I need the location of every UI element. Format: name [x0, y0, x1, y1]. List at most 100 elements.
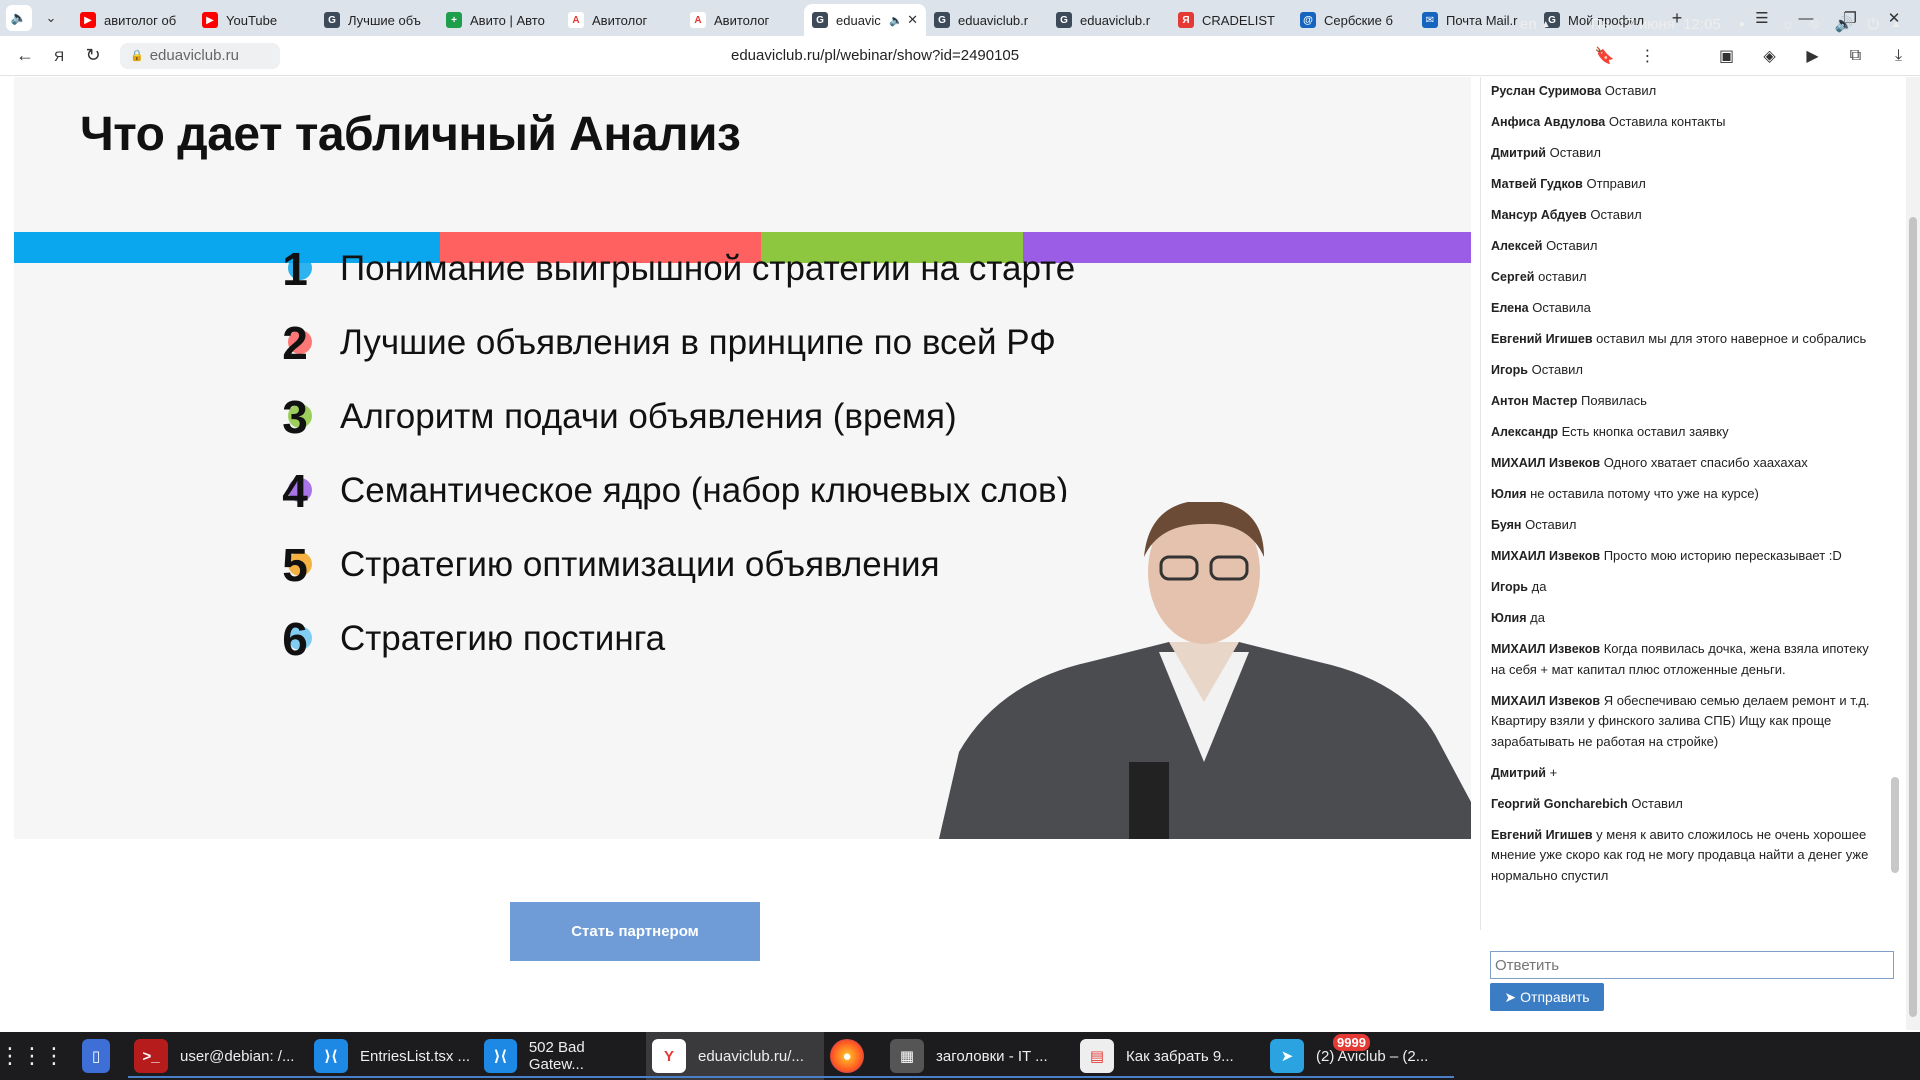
page-scrollbar[interactable]	[1906, 77, 1920, 1030]
chat-message: Руслан Суримова Оставил	[1491, 81, 1881, 102]
bookmark-icon[interactable]: 🔖	[1583, 46, 1626, 66]
point-number-text: 2	[282, 317, 308, 369]
taskbar-app[interactable]: ▤ Как забрать 9...	[1074, 1032, 1264, 1080]
collections-icon[interactable]: ⧉	[1834, 47, 1877, 65]
taskbar-app[interactable]: ▦ заголовки - IT ...	[884, 1032, 1074, 1080]
language-indicator[interactable]: en	[1520, 16, 1537, 33]
speaker-icon[interactable]: 🔈	[6, 5, 32, 31]
chat-text: Оставил	[1531, 362, 1584, 377]
point-number: 5	[272, 538, 318, 592]
extension-icon[interactable]: ▣	[1705, 46, 1748, 66]
chat-text: Оставила	[1532, 300, 1591, 315]
tab-favicon-icon: ▶	[80, 12, 96, 28]
tab-favicon-icon: G	[934, 12, 950, 28]
reload-icon[interactable]: ↻	[76, 41, 110, 71]
chat-text: оставил	[1538, 269, 1587, 284]
tab-audio-icon[interactable]: 🔈	[889, 14, 903, 27]
browser-tab[interactable]: @ Сербские б	[1292, 4, 1414, 36]
chat-scrollbar[interactable]	[1891, 77, 1899, 930]
browser-tab[interactable]: ▶ YouTube	[194, 4, 316, 36]
chat-scroll-thumb[interactable]	[1891, 777, 1899, 873]
send-button[interactable]: ➤ Отправить	[1490, 983, 1604, 1011]
become-partner-button[interactable]: Стать партнером	[510, 902, 760, 961]
chat-author: МИХАИЛ Извеков	[1491, 456, 1601, 470]
taskbar-app[interactable]: ⟩⟨ 502 Bad Gatew...	[478, 1032, 646, 1080]
taskbar-app-label: 502 Bad Gatew...	[528, 1039, 585, 1073]
domain-pill[interactable]: 🔒 eduaviclub.ru	[120, 42, 280, 69]
chat-message: Мансур Абдуев Оставил	[1491, 205, 1881, 226]
browser-tab[interactable]: Geduaviclub.r	[1048, 4, 1170, 36]
webinar-video[interactable]: Что дает табличный Анализ 1 Понимание выи…	[14, 77, 1471, 839]
tab-favicon-icon: G	[812, 12, 828, 28]
point-number-text: 6	[282, 613, 308, 665]
files-icon[interactable]: ▯	[64, 1032, 128, 1080]
taskbar-app-label: EntriesList.tsx ...	[360, 1047, 471, 1065]
taskbar-app[interactable]: >_ user@debian: /...	[128, 1032, 308, 1080]
chat-author: Игорь	[1491, 363, 1528, 377]
brightness-icon[interactable]: ☼	[1781, 16, 1795, 33]
chat-text: Оставил	[1631, 795, 1683, 811]
domain-text: eduaviclub.ru	[149, 47, 239, 64]
chat-author: Матвей Гудков	[1491, 177, 1583, 191]
apps-grid-icon[interactable]: ⋮⋮⋮	[0, 1032, 65, 1080]
chat-author: Антон Мастер	[1491, 394, 1578, 408]
tab-favicon-icon: A	[568, 12, 584, 28]
chat-author: Анфиса Авдулова	[1491, 115, 1606, 129]
browser-tab[interactable]: A Авитолог	[682, 4, 804, 36]
more-icon[interactable]: ⋮	[1626, 46, 1669, 66]
yandex-icon[interactable]: Я	[42, 41, 76, 71]
chat-author: Мансур Абдуев	[1491, 208, 1587, 222]
taskbar-app-label: заголовки - IT ...	[936, 1047, 1048, 1065]
chat-message: Игорь Оставил	[1491, 360, 1881, 381]
download-icon[interactable]: ⤓	[1877, 47, 1920, 65]
browser-tab[interactable]: ▶ авитолог об	[72, 4, 194, 36]
telegram-badge: 9999	[1333, 1034, 1370, 1051]
chat-author: Буян	[1491, 518, 1522, 532]
browser-tab[interactable]: + Авито | Авто	[438, 4, 560, 36]
system-tray: en ▲ Пн, 17 июня 12:05 ● ☼ ⛗ 🔊 ⏻ ▲	[1520, 0, 1901, 48]
network-icon[interactable]: ⛗	[1809, 16, 1821, 33]
tab-title: CRADELIST	[1202, 12, 1275, 28]
chat-author: МИХАИЛ Извеков	[1491, 693, 1601, 708]
taskbar-app[interactable]: ●	[824, 1032, 884, 1080]
clock[interactable]: Пн, 17 июня 12:05	[1591, 16, 1721, 33]
browser-tab[interactable]: ✉ Почта Mail.r	[1414, 4, 1536, 36]
browser-tab[interactable]: Geduaviclub.r	[926, 4, 1048, 36]
chat-text: Просто мою историю пересказывает :D	[1603, 548, 1842, 563]
chat-message: Евгений Игишев оставил мы для этого наве…	[1491, 329, 1881, 350]
taskbar-app[interactable]: ⟩⟨ EntriesList.tsx ...	[308, 1032, 478, 1080]
chat-message: Игорь да	[1491, 577, 1881, 598]
page-scroll-thumb[interactable]	[1909, 217, 1917, 1017]
point-text: Алгоритм подачи объявления (время)	[340, 397, 957, 436]
browser-tab[interactable]: A Авитолог	[560, 4, 682, 36]
chat-author: МИХАИЛ Извеков	[1491, 642, 1601, 656]
tab-title: Сербские б	[1324, 12, 1393, 28]
browser-tab[interactable]: Я CRADELIST	[1170, 4, 1292, 36]
url-text[interactable]: eduaviclub.ru/pl/webinar/show?id=2490105	[731, 47, 1019, 64]
point-number: 4	[272, 464, 318, 518]
tab-favicon-icon: Я	[1178, 12, 1194, 28]
chat-author: Александр	[1491, 425, 1559, 439]
slide-point: 3 Алгоритм подачи объявления (время)	[272, 390, 957, 444]
media-icon[interactable]: ▶	[1791, 46, 1834, 66]
browser-tab[interactable]: Geduavic 🔈 ✕	[804, 4, 926, 36]
browser-tab[interactable]: G Лучшие объ	[316, 4, 438, 36]
taskbar-app-icon: ●	[830, 1039, 864, 1073]
chat-message: Буян Оставил	[1491, 515, 1881, 536]
chat-message: Дмитрий +	[1491, 763, 1881, 784]
chat-message: МИХАИЛ Извеков Одного хватает спасибо ха…	[1491, 453, 1881, 474]
extension-icon-2[interactable]: ◈	[1748, 46, 1791, 66]
tabs-dropdown-icon[interactable]: ⌄	[38, 5, 64, 31]
chat-text: Отправил	[1586, 176, 1646, 191]
back-icon[interactable]: ←	[8, 41, 42, 71]
power-icon[interactable]: ⏻	[1867, 16, 1879, 33]
taskbar-app[interactable]: Yeduaviclub.ru/...	[646, 1032, 824, 1080]
reply-input[interactable]	[1490, 951, 1894, 979]
tab-close-icon[interactable]: ✕	[907, 12, 918, 28]
volume-icon[interactable]: 🔊	[1835, 15, 1854, 33]
chat-author: Георгий Goncharebich	[1491, 796, 1628, 811]
taskbar-app-icon: ⟩⟨	[314, 1039, 348, 1073]
taskbar-app-icon: ⟩⟨	[484, 1039, 517, 1073]
chat-message: Анфиса Авдулова Оставила контакты	[1491, 112, 1881, 133]
chat-text: Появилась	[1581, 393, 1647, 408]
